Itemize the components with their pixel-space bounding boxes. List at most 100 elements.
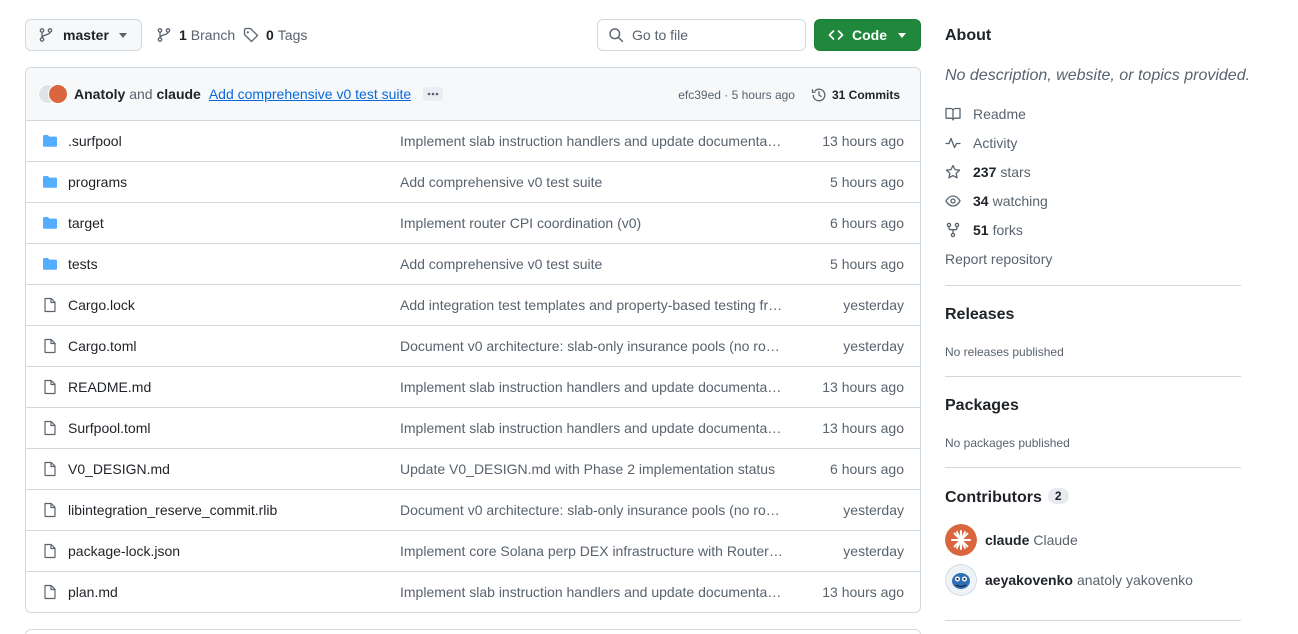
file-name-link[interactable]: package-lock.json [68,543,180,559]
file-commit-message-link[interactable]: Implement router CPI coordination (v0) [400,215,785,231]
watching-link[interactable]: 34 watching [945,191,1048,211]
file-name-link[interactable]: README.md [68,379,151,395]
divider [945,285,1241,286]
caret-down-icon [119,33,127,38]
releases-note: No releases published [945,345,1064,359]
file-name-link[interactable]: Cargo.toml [68,338,136,354]
table-row: V0_DESIGN.md Update V0_DESIGN.md with Pha… [26,449,920,490]
file-name-link[interactable]: target [68,215,104,231]
packages-heading[interactable]: Packages [945,397,1019,415]
table-row: Cargo.toml Document v0 architecture: slab… [26,326,920,367]
avatar[interactable] [48,84,68,104]
commit-author-joiner: and [129,86,153,102]
report-repository-link[interactable]: Report repository [945,249,1052,269]
file-commit-time: yesterday [843,502,904,518]
ellipsis-icon [427,92,439,96]
activity-link[interactable]: Activity [945,133,1017,153]
file-commit-time: 13 hours ago [822,584,904,600]
file-commit-message-link[interactable]: Add integration test templates and prope… [400,297,785,313]
readme-link[interactable]: Readme [945,104,1026,124]
file-icon [42,584,58,600]
code-button[interactable]: Code [814,19,921,51]
table-row: Surfpool.toml Implement slab instruction … [26,408,920,449]
contributor-login: claude [985,532,1030,548]
branch-selector-button[interactable]: master [25,19,142,51]
file-name-link[interactable]: Surfpool.toml [68,420,150,436]
table-row: libintegration_reserve_commit.rlib Docume… [26,490,920,531]
file-commit-message-link[interactable]: Update V0_DESIGN.md with Phase 2 impleme… [400,461,785,477]
table-row: Cargo.lock Add integration test templates… [26,285,920,326]
commit-sha-time[interactable]: efc39ed · 5 hours ago [678,88,795,102]
file-icon [42,297,58,313]
file-commit-time: 5 hours ago [830,174,904,190]
file-commit-message-link[interactable]: Implement core Solana perp DEX infrastru… [400,543,785,559]
commit-meta: efc39ed · 5 hours ago 31 Commits [678,68,900,121]
file-commit-message-link[interactable]: Add comprehensive v0 test suite [400,174,785,190]
file-name-link[interactable]: programs [68,174,127,190]
about-heading: About [945,27,992,44]
go-to-file-box[interactable] [597,19,806,51]
file-commit-message-link[interactable]: Implement slab instruction handlers and … [400,584,785,600]
file-table: Anatoly and claude Add comprehensive v0 … [25,67,921,613]
commits-count: 31 Commits [831,87,900,102]
tags-link[interactable]: 0 Tags [243,19,307,51]
search-icon [608,27,624,43]
folder-icon [42,133,58,149]
code-icon [828,27,844,43]
forks-link[interactable]: 51 forks [945,220,1023,240]
file-commit-message-link[interactable]: Implement slab instruction handlers and … [400,420,785,436]
stars-label: stars [1000,164,1031,180]
watching-count: 34 [973,193,989,209]
go-to-file-input[interactable] [632,27,792,43]
code-button-label: Code [852,27,887,43]
table-row: package-lock.json Implement core Solana p… [26,531,920,572]
file-commit-time: 5 hours ago [830,256,904,272]
file-icon [42,502,58,518]
table-row: target Implement router CPI coordination … [26,203,920,244]
branch-count: 1 [179,27,187,43]
eye-icon [945,193,961,209]
forks-count: 51 [973,222,989,238]
table-row: tests Add comprehensive v0 test suite 5 ho… [26,244,920,285]
contributor-aeyakovenko[interactable]: aeyakovenko anatoly yakovenko [945,564,1193,596]
file-icon [42,461,58,477]
file-name-link[interactable]: plan.md [68,584,118,600]
file-commit-time: 6 hours ago [830,215,904,231]
file-commit-message-link[interactable]: Implement slab instruction handlers and … [400,379,785,395]
expand-commit-button[interactable] [423,87,444,101]
avatar [945,524,977,556]
file-icon [42,338,58,354]
pulse-icon [945,135,961,151]
file-icon [42,420,58,436]
file-name-link[interactable]: V0_DESIGN.md [68,461,170,477]
commits-history-link[interactable]: 31 Commits [811,87,900,103]
stars-link[interactable]: 237 stars [945,162,1031,182]
commit-authors: Anatoly and claude [74,86,201,102]
file-commit-message-link[interactable]: Implement slab instruction handlers and … [400,133,785,149]
file-name-link[interactable]: tests [68,256,98,272]
folder-icon [42,215,58,231]
file-commit-time: 13 hours ago [822,420,904,436]
file-commit-message-link[interactable]: Add comprehensive v0 test suite [400,256,785,272]
tag-count: 0 [266,27,274,43]
file-name-link[interactable]: .surfpool [68,133,122,149]
commit-author-link[interactable]: Anatoly [74,86,125,102]
activity-label: Activity [973,135,1018,151]
file-commit-message-link[interactable]: Document v0 architecture: slab-only insu… [400,338,785,354]
file-commit-time: 6 hours ago [830,461,904,477]
file-name-link[interactable]: Cargo.lock [68,297,135,313]
contributors-heading[interactable]: Contributors 2 [945,488,1069,507]
file-name-link[interactable]: libintegration_reserve_commit.rlib [68,502,277,518]
about-description: No description, website, or topics provi… [945,67,1251,84]
branches-link[interactable]: 1 Branch [156,19,235,51]
commit-message-link[interactable]: Add comprehensive v0 test suite [209,86,411,102]
tag-icon [243,27,259,43]
branch-name: master [63,27,109,43]
commit-author-link[interactable]: claude [156,86,200,102]
contributor-claude[interactable]: claude Claude [945,524,1078,556]
releases-heading[interactable]: Releases [945,306,1014,324]
divider [945,376,1241,377]
file-commit-time: yesterday [843,338,904,354]
history-icon [811,87,827,103]
file-commit-message-link[interactable]: Document v0 architecture: slab-only insu… [400,502,785,518]
